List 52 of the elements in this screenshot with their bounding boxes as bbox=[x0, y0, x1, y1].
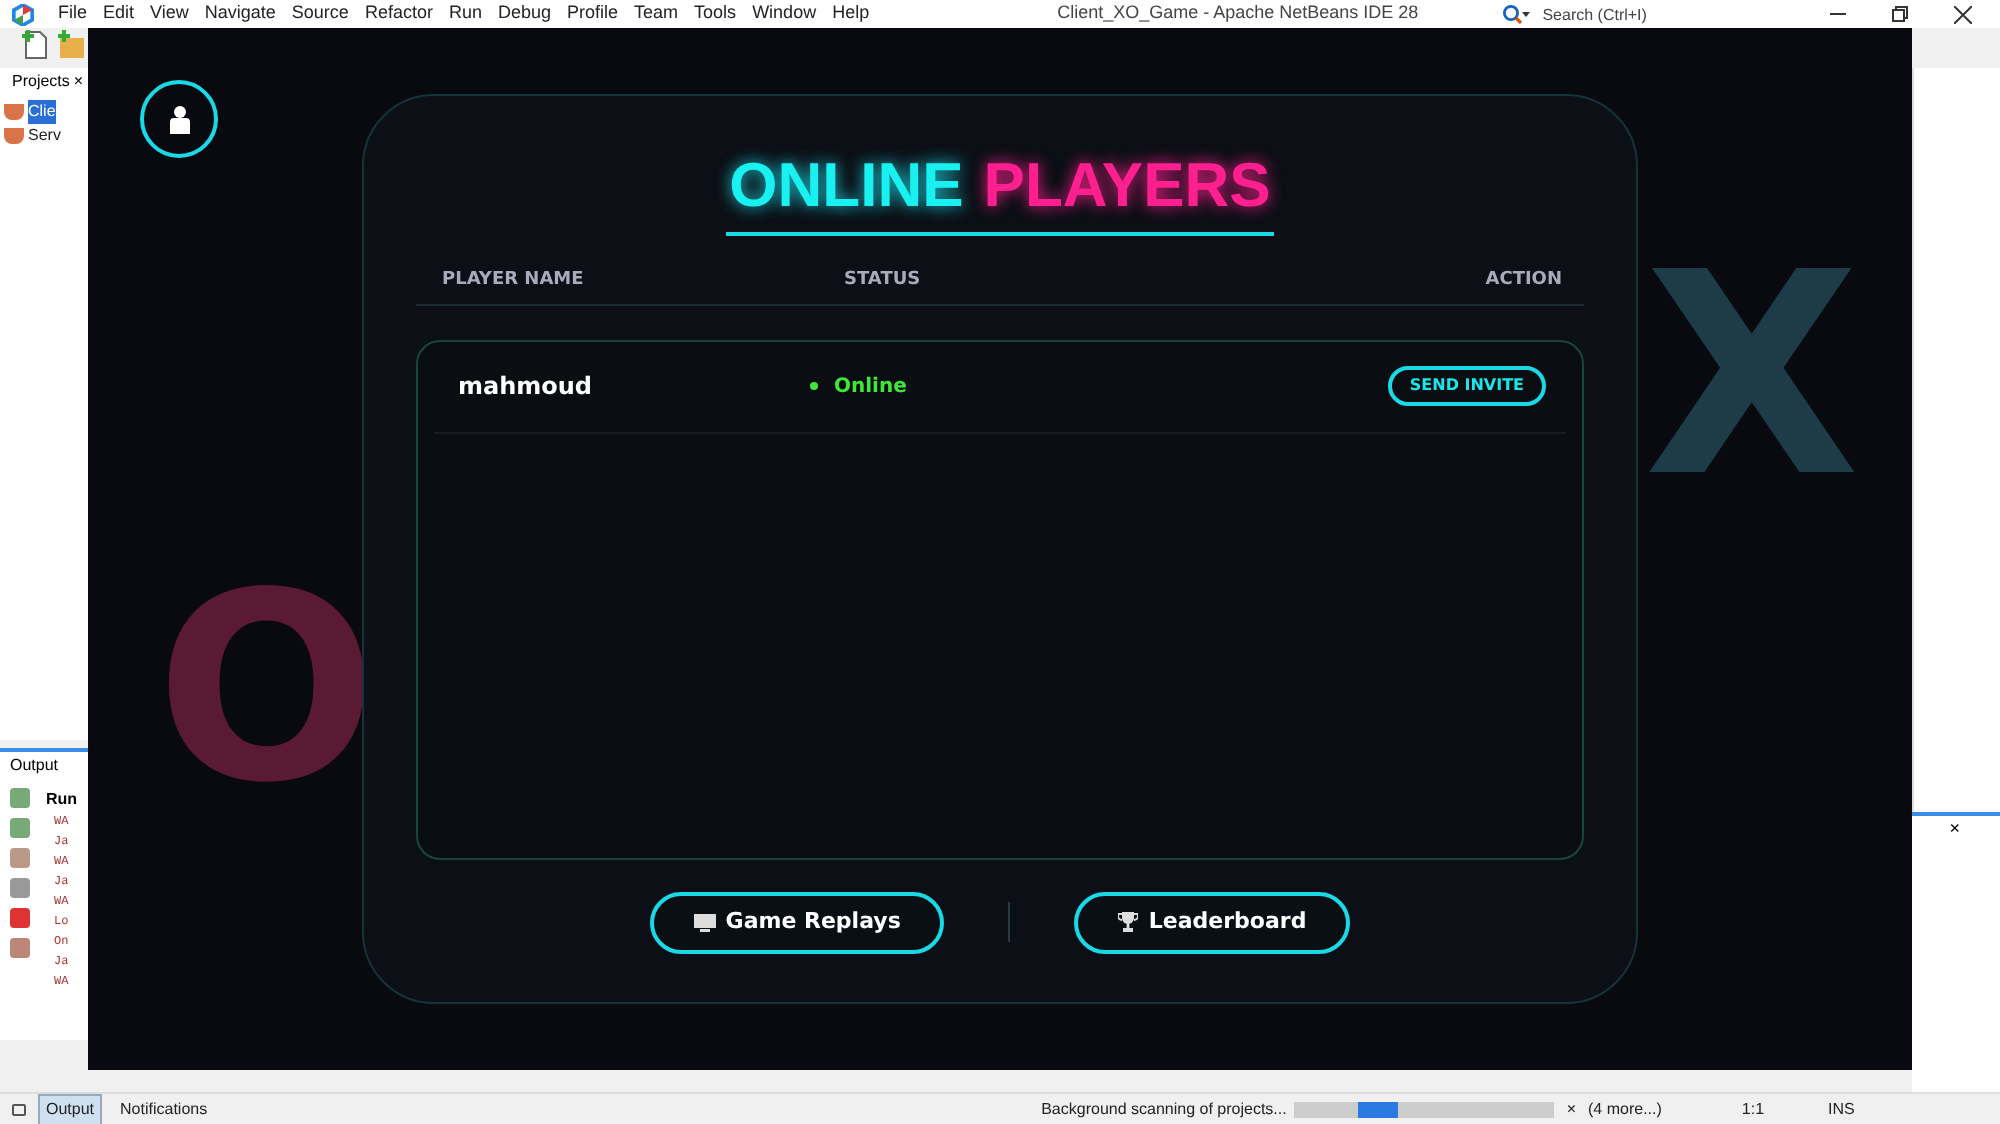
title-word: PLAYERS bbox=[983, 152, 1271, 220]
trophy-icon bbox=[1118, 912, 1139, 932]
column-header: PLAYER NAME bbox=[442, 268, 586, 294]
tree-item[interactable]: Clie bbox=[28, 100, 56, 124]
menu-item[interactable]: Help bbox=[824, 0, 878, 28]
replays-button[interactable]: Game Replays bbox=[649, 891, 945, 953]
more-tasks-link[interactable]: (4 more...) bbox=[1588, 1098, 1662, 1122]
close-icon[interactable] bbox=[1954, 5, 1973, 23]
person-icon bbox=[167, 105, 191, 133]
toolbar-square-icon[interactable] bbox=[10, 908, 30, 928]
menu-item[interactable]: Tools bbox=[686, 0, 745, 28]
column-header: STATUS bbox=[844, 268, 923, 294]
window-title: Client_XO_Game - Apache NetBeans IDE 28 bbox=[1057, 0, 1419, 27]
background-letter: O bbox=[156, 558, 378, 818]
status-text: Background scanning of projects... bbox=[1041, 1098, 1287, 1122]
menu-item[interactable]: Source bbox=[283, 0, 357, 28]
menu-item[interactable]: Profile bbox=[559, 0, 627, 28]
menu-item[interactable]: Debug bbox=[489, 0, 560, 28]
panel-close[interactable]: × bbox=[1949, 816, 1960, 1092]
column-header: ACTION bbox=[1485, 268, 1562, 294]
tree-item[interactable]: Serv bbox=[28, 124, 61, 148]
panel-title: Output bbox=[8, 754, 61, 778]
menu-item[interactable]: Window bbox=[744, 0, 825, 28]
title-word: ONLINE bbox=[729, 152, 964, 220]
search-icon[interactable] bbox=[1502, 4, 1531, 24]
restore-icon[interactable] bbox=[1892, 6, 1909, 22]
menu-item[interactable]: View bbox=[142, 0, 197, 28]
new-file-icon[interactable] bbox=[20, 28, 48, 60]
cursor-position: 1:1 bbox=[1741, 1098, 1765, 1122]
menu-item[interactable]: Run bbox=[440, 0, 490, 28]
menu-item[interactable]: Edit bbox=[95, 0, 143, 28]
menu-item[interactable]: File bbox=[50, 0, 96, 28]
profile-button[interactable] bbox=[140, 80, 218, 158]
menu-item[interactable]: Refactor bbox=[356, 0, 441, 28]
menu-item[interactable]: Team bbox=[626, 0, 687, 28]
send-invite-button[interactable]: SEND INVITE bbox=[1387, 366, 1546, 406]
menu-item[interactable]: Navigate bbox=[196, 0, 284, 28]
run-label: Run bbox=[46, 788, 78, 812]
cancel-task[interactable]: × bbox=[1566, 1098, 1577, 1122]
monitor-icon bbox=[693, 913, 716, 931]
minimize-panel-icon[interactable] bbox=[12, 1104, 26, 1116]
leaderboard-button[interactable]: Leaderboard bbox=[1074, 891, 1351, 953]
panel-tab[interactable]: Projects bbox=[12, 70, 70, 94]
player-status: Online bbox=[834, 373, 909, 401]
bottom-tab[interactable]: Notifications bbox=[114, 1096, 214, 1124]
player-name: mahmoud bbox=[458, 370, 595, 404]
background-letter: X bbox=[1644, 238, 1860, 518]
new-folder-icon[interactable] bbox=[56, 28, 84, 60]
insert-mode: INS bbox=[1828, 1098, 1855, 1122]
app-logo-icon bbox=[12, 3, 34, 25]
bottom-tab[interactable]: Output bbox=[38, 1094, 103, 1124]
tab-close[interactable]: × bbox=[73, 70, 84, 94]
